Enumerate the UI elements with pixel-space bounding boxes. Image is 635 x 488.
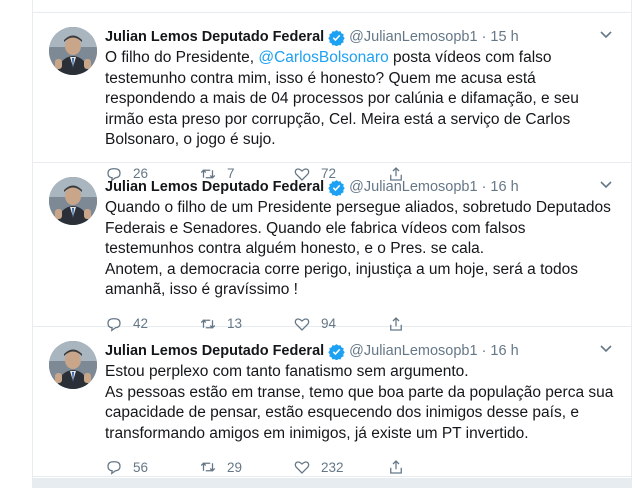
tweet-text: O filho do Presidente, @CarlosBolsonaro … xyxy=(105,48,615,151)
like-count: 232 xyxy=(321,459,344,475)
caret-down-icon[interactable] xyxy=(599,27,613,41)
avatar-photo xyxy=(49,341,97,389)
tweet-timestamp[interactable]: 16 h xyxy=(490,343,518,359)
avatar-photo xyxy=(49,177,97,225)
tweet[interactable]: Julian Lemos Deputado Federal @JulianLem… xyxy=(33,163,631,332)
share-button[interactable] xyxy=(387,458,481,476)
verified-icon xyxy=(328,343,345,360)
tweet-text: Estou perplexo com tanto fanatismo sem a… xyxy=(105,363,614,442)
avatar[interactable] xyxy=(49,341,97,389)
tweet[interactable]: Julian Lemos Deputado Federal @JulianLem… xyxy=(33,12,631,182)
tweet-text-part: O filho do Presidente, xyxy=(105,49,259,66)
avatar[interactable] xyxy=(49,27,97,75)
retweet-icon xyxy=(200,462,216,472)
retweet-count: 29 xyxy=(227,459,243,475)
tweet[interactable]: Julian Lemos Deputado Federal @JulianLem… xyxy=(33,327,631,477)
tweet-text: Quando o filho de um Presidente persegue… xyxy=(105,199,611,298)
author-name[interactable]: Julian Lemos Deputado Federal xyxy=(105,29,324,45)
caret-down-icon[interactable] xyxy=(599,341,613,355)
avatar-photo xyxy=(49,27,97,75)
tweet-header: Julian Lemos Deputado Federal @JulianLem… xyxy=(105,177,615,197)
reply-icon xyxy=(107,461,121,475)
caret-down-icon[interactable] xyxy=(599,177,613,191)
retweet-button[interactable]: 29 xyxy=(199,458,293,476)
verified-icon xyxy=(328,29,345,46)
reply-button[interactable]: 56 xyxy=(105,458,199,476)
like-button[interactable]: 232 xyxy=(293,458,387,476)
tweet-header: Julian Lemos Deputado Federal @JulianLem… xyxy=(105,27,615,47)
author-name[interactable]: Julian Lemos Deputado Federal xyxy=(105,179,324,195)
separator-dot: · xyxy=(481,179,487,195)
tweet-header: Julian Lemos Deputado Federal @JulianLem… xyxy=(105,341,615,361)
separator-dot: · xyxy=(481,29,487,45)
author-handle[interactable]: @JulianLemosopb1 xyxy=(349,343,477,359)
tweet-timestamp[interactable]: 15 h xyxy=(490,29,518,45)
share-icon xyxy=(390,460,402,474)
reply-count: 56 xyxy=(133,459,149,475)
tweet-feed: Julian Lemos Deputado Federal @JulianLem… xyxy=(32,0,632,488)
like-icon xyxy=(294,461,310,474)
mention-link[interactable]: @CarlosBolsonaro xyxy=(258,49,388,66)
separator-dot: · xyxy=(481,343,487,359)
author-handle[interactable]: @JulianLemosopb1 xyxy=(349,179,477,195)
avatar[interactable] xyxy=(49,177,97,225)
verified-icon xyxy=(328,179,345,196)
feed-bottom-divider xyxy=(32,478,632,488)
author-name[interactable]: Julian Lemos Deputado Federal xyxy=(105,343,324,359)
author-handle[interactable]: @JulianLemosopb1 xyxy=(349,29,477,45)
tweet-timestamp[interactable]: 16 h xyxy=(490,179,518,195)
